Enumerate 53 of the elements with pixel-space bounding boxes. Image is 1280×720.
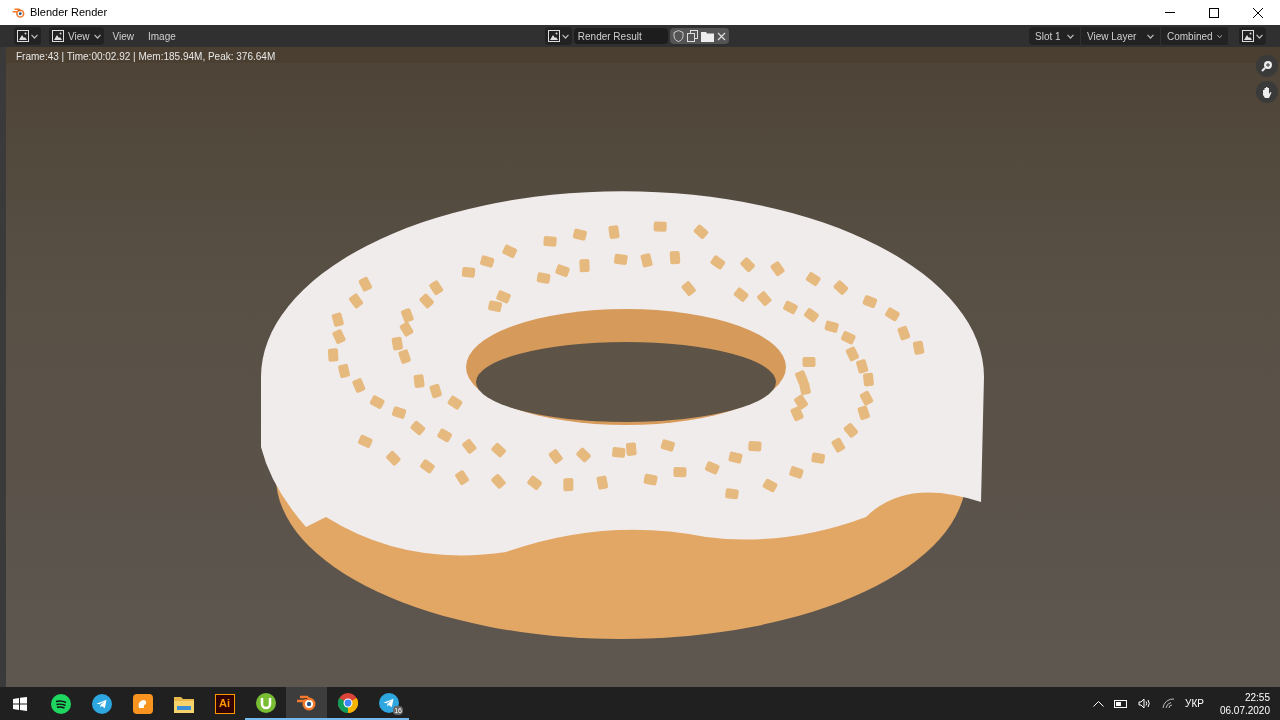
chevron-down-icon [1256, 33, 1263, 39]
paper-plane-icon [91, 693, 112, 714]
chevron-down-icon [31, 33, 38, 39]
editor-type-button[interactable] [14, 27, 41, 45]
blender-logo-icon [12, 6, 26, 19]
duplicate-icon[interactable] [686, 30, 698, 42]
folder-icon[interactable] [700, 30, 714, 42]
layer-dropdown[interactable]: Combined [1161, 27, 1229, 45]
chevron-down-icon [1067, 33, 1074, 39]
minimize-icon [1165, 12, 1175, 13]
menu-item[interactable]: View [107, 27, 139, 45]
folder-icon [173, 694, 194, 713]
taskbar-app-button[interactable] [286, 687, 327, 720]
chevron-up-icon[interactable] [1093, 700, 1105, 707]
zoom-icon [1261, 60, 1273, 72]
hand-icon [1261, 85, 1273, 99]
image-icon [547, 30, 560, 42]
blender-logo-icon [295, 693, 318, 712]
sound-waves-icon [50, 693, 71, 714]
close-icon [1253, 7, 1263, 18]
display-channels-button[interactable] [1239, 27, 1266, 45]
clock-time: 22:55 [1244, 690, 1270, 704]
chevron-down-icon [93, 33, 101, 39]
clock-date: 06.07.2020 [1219, 703, 1270, 717]
menu-item[interactable]: Image [143, 27, 181, 45]
layer-dropdown[interactable]: View Layer [1081, 27, 1161, 45]
shield-icon[interactable] [672, 30, 684, 42]
battery-icon[interactable] [1114, 699, 1129, 708]
image-icon [52, 30, 64, 42]
illustrator-icon: Ai [214, 693, 235, 714]
maximize-icon [1209, 7, 1219, 18]
chrome-icon [337, 692, 358, 713]
render-stats-text: Frame:43 | Time:00:02.92 | Mem:185.94M, Peak: 376.64M [16, 50, 276, 64]
view-dropdown[interactable]: View [49, 27, 104, 45]
image-name-field[interactable]: Render Result [573, 28, 668, 44]
image-editor-icon [17, 30, 29, 42]
speaker-icon[interactable] [1138, 698, 1153, 709]
chevron-down-icon [1147, 33, 1154, 39]
clock[interactable]: 22:55 06.07.2020 [1219, 690, 1270, 717]
channels-icon [1242, 30, 1254, 42]
layer-dropdown[interactable]: Slot 1 [1029, 27, 1081, 45]
image-browse-button[interactable] [544, 27, 572, 45]
close-icon[interactable] [716, 31, 726, 41]
zoom-button[interactable] [1256, 55, 1278, 77]
language-indicator[interactable]: УКР [1185, 696, 1204, 711]
wifi-icon[interactable] [1162, 698, 1176, 709]
taskbar-app-button[interactable]: Ai [204, 687, 245, 720]
pan-button[interactable] [1256, 81, 1278, 103]
window-title: Blender Render [30, 5, 108, 21]
chevron-down-icon [1216, 33, 1222, 39]
chevron-down-icon [561, 33, 569, 39]
u-letter-icon [255, 692, 276, 713]
windows-logo-icon [13, 696, 27, 711]
